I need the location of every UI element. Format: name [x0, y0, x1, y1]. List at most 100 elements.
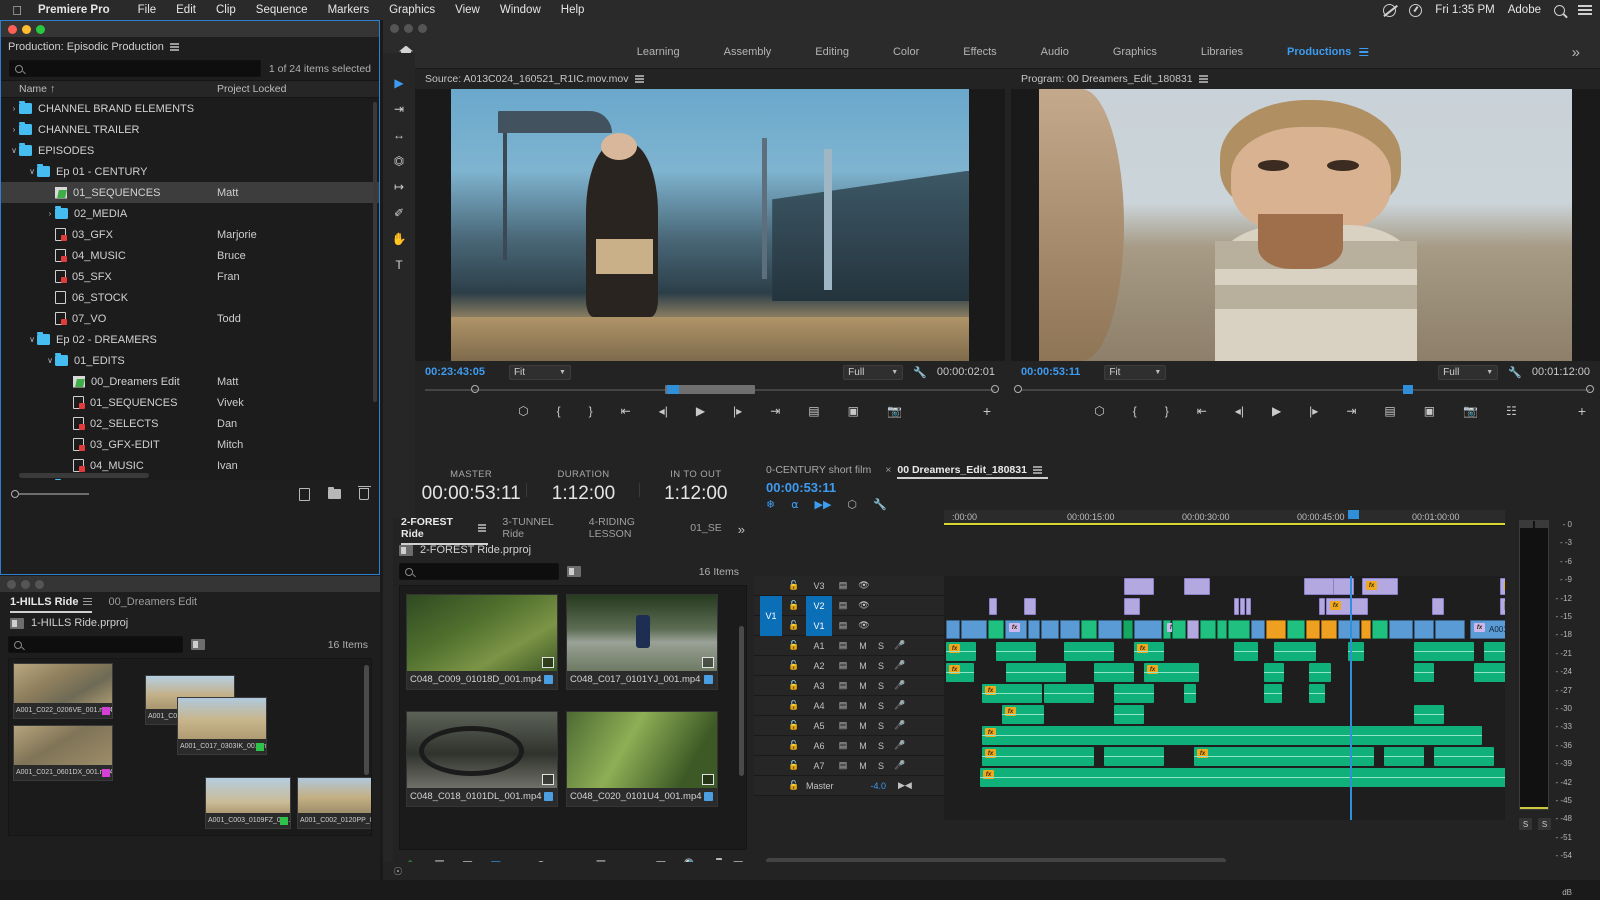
workspace-overflow-icon[interactable]: » — [1572, 44, 1580, 61]
forest-thumbnail-grid[interactable]: C048_C009_01018D_001.mp4 C048_C017_0101Y… — [399, 585, 747, 850]
program-export-frame-icon[interactable]: 📷 — [1463, 404, 1478, 418]
close-window-button[interactable] — [8, 24, 17, 34]
timeline-clip[interactable] — [1098, 620, 1122, 639]
project-tree-row[interactable]: 07_VO Todd — [1, 308, 379, 329]
meter-solo-left[interactable]: S — [1519, 818, 1532, 830]
disclosure-arrow-icon[interactable]: › — [45, 209, 55, 218]
track-name-V2[interactable]: V2 — [806, 595, 832, 616]
workspace-tab-graphics[interactable]: Graphics — [1091, 46, 1179, 58]
timeline-clip[interactable] — [1114, 684, 1154, 703]
timeline-clip[interactable]: fx — [982, 684, 1042, 703]
timeline-tabs[interactable]: 0-CENTURY short film × 00 Dreamers_Edit_… — [754, 460, 1600, 480]
panel-menu-icon[interactable] — [169, 41, 179, 52]
solo-button-A3[interactable]: S — [872, 681, 890, 691]
voiceover-mic-icon-A7[interactable]: 🎤 — [890, 760, 910, 771]
track-lock-icon-A3[interactable]: 🔓 — [782, 680, 806, 691]
hills-search-input[interactable] — [8, 636, 183, 653]
timeline-clip[interactable] — [1304, 578, 1334, 595]
timeline-settings-wrench-icon[interactable]: 🔧 — [873, 498, 887, 511]
razor-tool-icon[interactable]: ⏣ — [392, 153, 407, 168]
apple-menu-icon[interactable]:  — [0, 3, 34, 18]
track-select-forward-tool-icon[interactable]: ⇥ — [392, 101, 407, 116]
control-center-icon[interactable] — [1578, 3, 1592, 17]
solo-button-A5[interactable]: S — [872, 721, 890, 731]
menu-graphics[interactable]: Graphics — [379, 4, 445, 16]
hills-bin-scrollbar[interactable] — [364, 665, 369, 775]
menubar-clock[interactable]: Fri 1:35 PM — [1435, 4, 1494, 16]
project-tree-row[interactable]: ∨ Ep 02 - DREAMERS — [1, 329, 379, 350]
spotlight-icon[interactable] — [1554, 4, 1565, 16]
timeline-clip[interactable]: fx — [1005, 620, 1027, 639]
overwrite-icon[interactable]: ▣ — [848, 404, 859, 418]
forest-search-input[interactable] — [399, 563, 559, 580]
media-thumb-1[interactable]: C048_C009_01018D_001.mp4 — [406, 594, 558, 690]
timeline-clip[interactable] — [1434, 747, 1494, 766]
solo-button-A7[interactable]: S — [872, 761, 890, 771]
mute-button-A7[interactable]: M — [854, 761, 872, 771]
menu-help[interactable]: Help — [551, 4, 595, 16]
media-bin-tab-0[interactable]: 2-FOREST Ride — [401, 516, 502, 545]
timeline-track-headers[interactable]: 🔓 V3 ▤ 👁 🔓 V2 ▤ 👁 🔓 V1 ▤ 👁 V1 🔓 A1 ▤ M S 🎤 🔓 A2 ▤ M S 🎤 🔓 A3 ▤ M S 🎤 🔓 A… — [754, 576, 944, 796]
media-bin-tab-2[interactable]: 4-RIDING LESSON — [589, 516, 690, 542]
track-sync-icon-A4[interactable]: ▤ — [832, 700, 854, 711]
track-lock-icon-A2[interactable]: 🔓 — [782, 660, 806, 671]
video-track-header-V1[interactable]: 🔓 V1 ▤ 👁 — [754, 615, 944, 636]
solo-button-A2[interactable]: S — [872, 661, 890, 671]
audio-track-header-A5[interactable]: 🔓 A5 ▤ M S 🎤 — [754, 716, 944, 736]
timeline-clip[interactable] — [1184, 578, 1210, 595]
master-track-header[interactable]: 🔓 Master -4.0 ▶◀ — [754, 776, 944, 796]
program-scrubber[interactable] — [1011, 383, 1600, 397]
program-button-editor-icon[interactable]: + — [1578, 403, 1586, 419]
audio-track-header-A3[interactable]: 🔓 A3 ▤ M S 🎤 — [754, 676, 944, 696]
hills-thumb-5[interactable]: A001_C002_0120PP_001.mp4 — [297, 777, 371, 829]
slip-tool-icon[interactable]: ↦ — [392, 179, 407, 194]
project-tree-row[interactable]: 03_GFX-EDIT Mitch — [1, 434, 379, 455]
minimize-main-window[interactable] — [404, 23, 413, 33]
timeline-clip[interactable] — [1264, 663, 1284, 682]
source-panel-menu-icon[interactable] — [634, 73, 644, 84]
timeline-clip[interactable] — [1274, 642, 1316, 661]
timeline-clip[interactable]: fx — [980, 768, 1505, 787]
workspace-tab-learning[interactable]: Learning — [615, 46, 702, 58]
track-sync-icon-A1[interactable]: ▤ — [832, 640, 854, 651]
voiceover-mic-icon-A1[interactable]: 🎤 — [890, 640, 910, 651]
source-quality-select[interactable]: Full ▼ — [843, 364, 904, 380]
timeline-clip[interactable] — [1372, 620, 1388, 639]
hills-thumbnail-area[interactable]: A001_C022_0206VE_001.mp4 A001_C021_0601DX… — [8, 658, 372, 836]
timeline-clip[interactable]: fx — [1002, 705, 1044, 724]
new-bin-icon[interactable] — [328, 486, 341, 499]
step-back-icon[interactable]: ◂| — [659, 404, 668, 418]
project-tree-row[interactable]: › CHANNEL BRAND ELEMENTS — [1, 98, 379, 119]
mark-out-icon[interactable]: } — [589, 404, 593, 418]
timeline-ruler[interactable]: :00:00 00:00:15:00 00:00:30:00 00:00:45:00 0… — [944, 510, 1505, 526]
source-patch-v1[interactable]: V1 — [760, 596, 782, 636]
timeline-clip[interactable] — [1264, 684, 1282, 703]
workspace-tab-editing[interactable]: Editing — [793, 46, 871, 58]
program-step-forward-icon[interactable]: |▸ — [1309, 404, 1318, 418]
timeline-clip[interactable] — [946, 620, 960, 639]
workspace-menu-icon[interactable] — [1359, 46, 1369, 58]
tab-dreamers-edit-sequence[interactable]: 00 Dreamers_Edit_180831 — [897, 464, 1056, 479]
track-lock-icon[interactable]: 🔓 — [782, 580, 806, 591]
meter-solo-right[interactable]: S — [1538, 818, 1551, 830]
disclosure-arrow-icon[interactable]: ∨ — [27, 167, 37, 176]
master-level-value[interactable]: -4.0 — [852, 781, 886, 791]
hills-thumb-0[interactable]: A001_C022_0206VE_001.mp4 — [13, 663, 113, 719]
timeline-clip[interactable] — [1004, 747, 1094, 766]
maximize-window-button-2[interactable] — [35, 579, 44, 589]
track-sync-icon-A5[interactable]: ▤ — [832, 720, 854, 731]
program-go-to-out-icon[interactable]: ⇥ — [1346, 404, 1356, 418]
timeline-clip[interactable] — [1094, 663, 1134, 682]
program-add-marker-icon[interactable]: ⬡ — [1094, 404, 1104, 418]
track-sync-icon[interactable]: ▤ — [832, 600, 854, 611]
project-tree-row[interactable]: 04_MUSIC Bruce — [1, 245, 379, 266]
workspace-tab-assembly[interactable]: Assembly — [702, 46, 794, 58]
insert-icon[interactable]: ▤ — [808, 404, 819, 418]
media-thumb-2[interactable]: C048_C017_0101YJ_001.mp4 — [566, 594, 718, 690]
video-track-header-V2[interactable]: 🔓 V2 ▤ 👁 — [754, 595, 944, 616]
creative-cloud-icon[interactable] — [1383, 3, 1397, 17]
timeline-clip[interactable] — [1134, 620, 1162, 639]
maximize-main-window[interactable] — [418, 23, 427, 33]
timeline-clip[interactable] — [1228, 620, 1250, 639]
timeline-clip[interactable] — [1432, 598, 1444, 615]
